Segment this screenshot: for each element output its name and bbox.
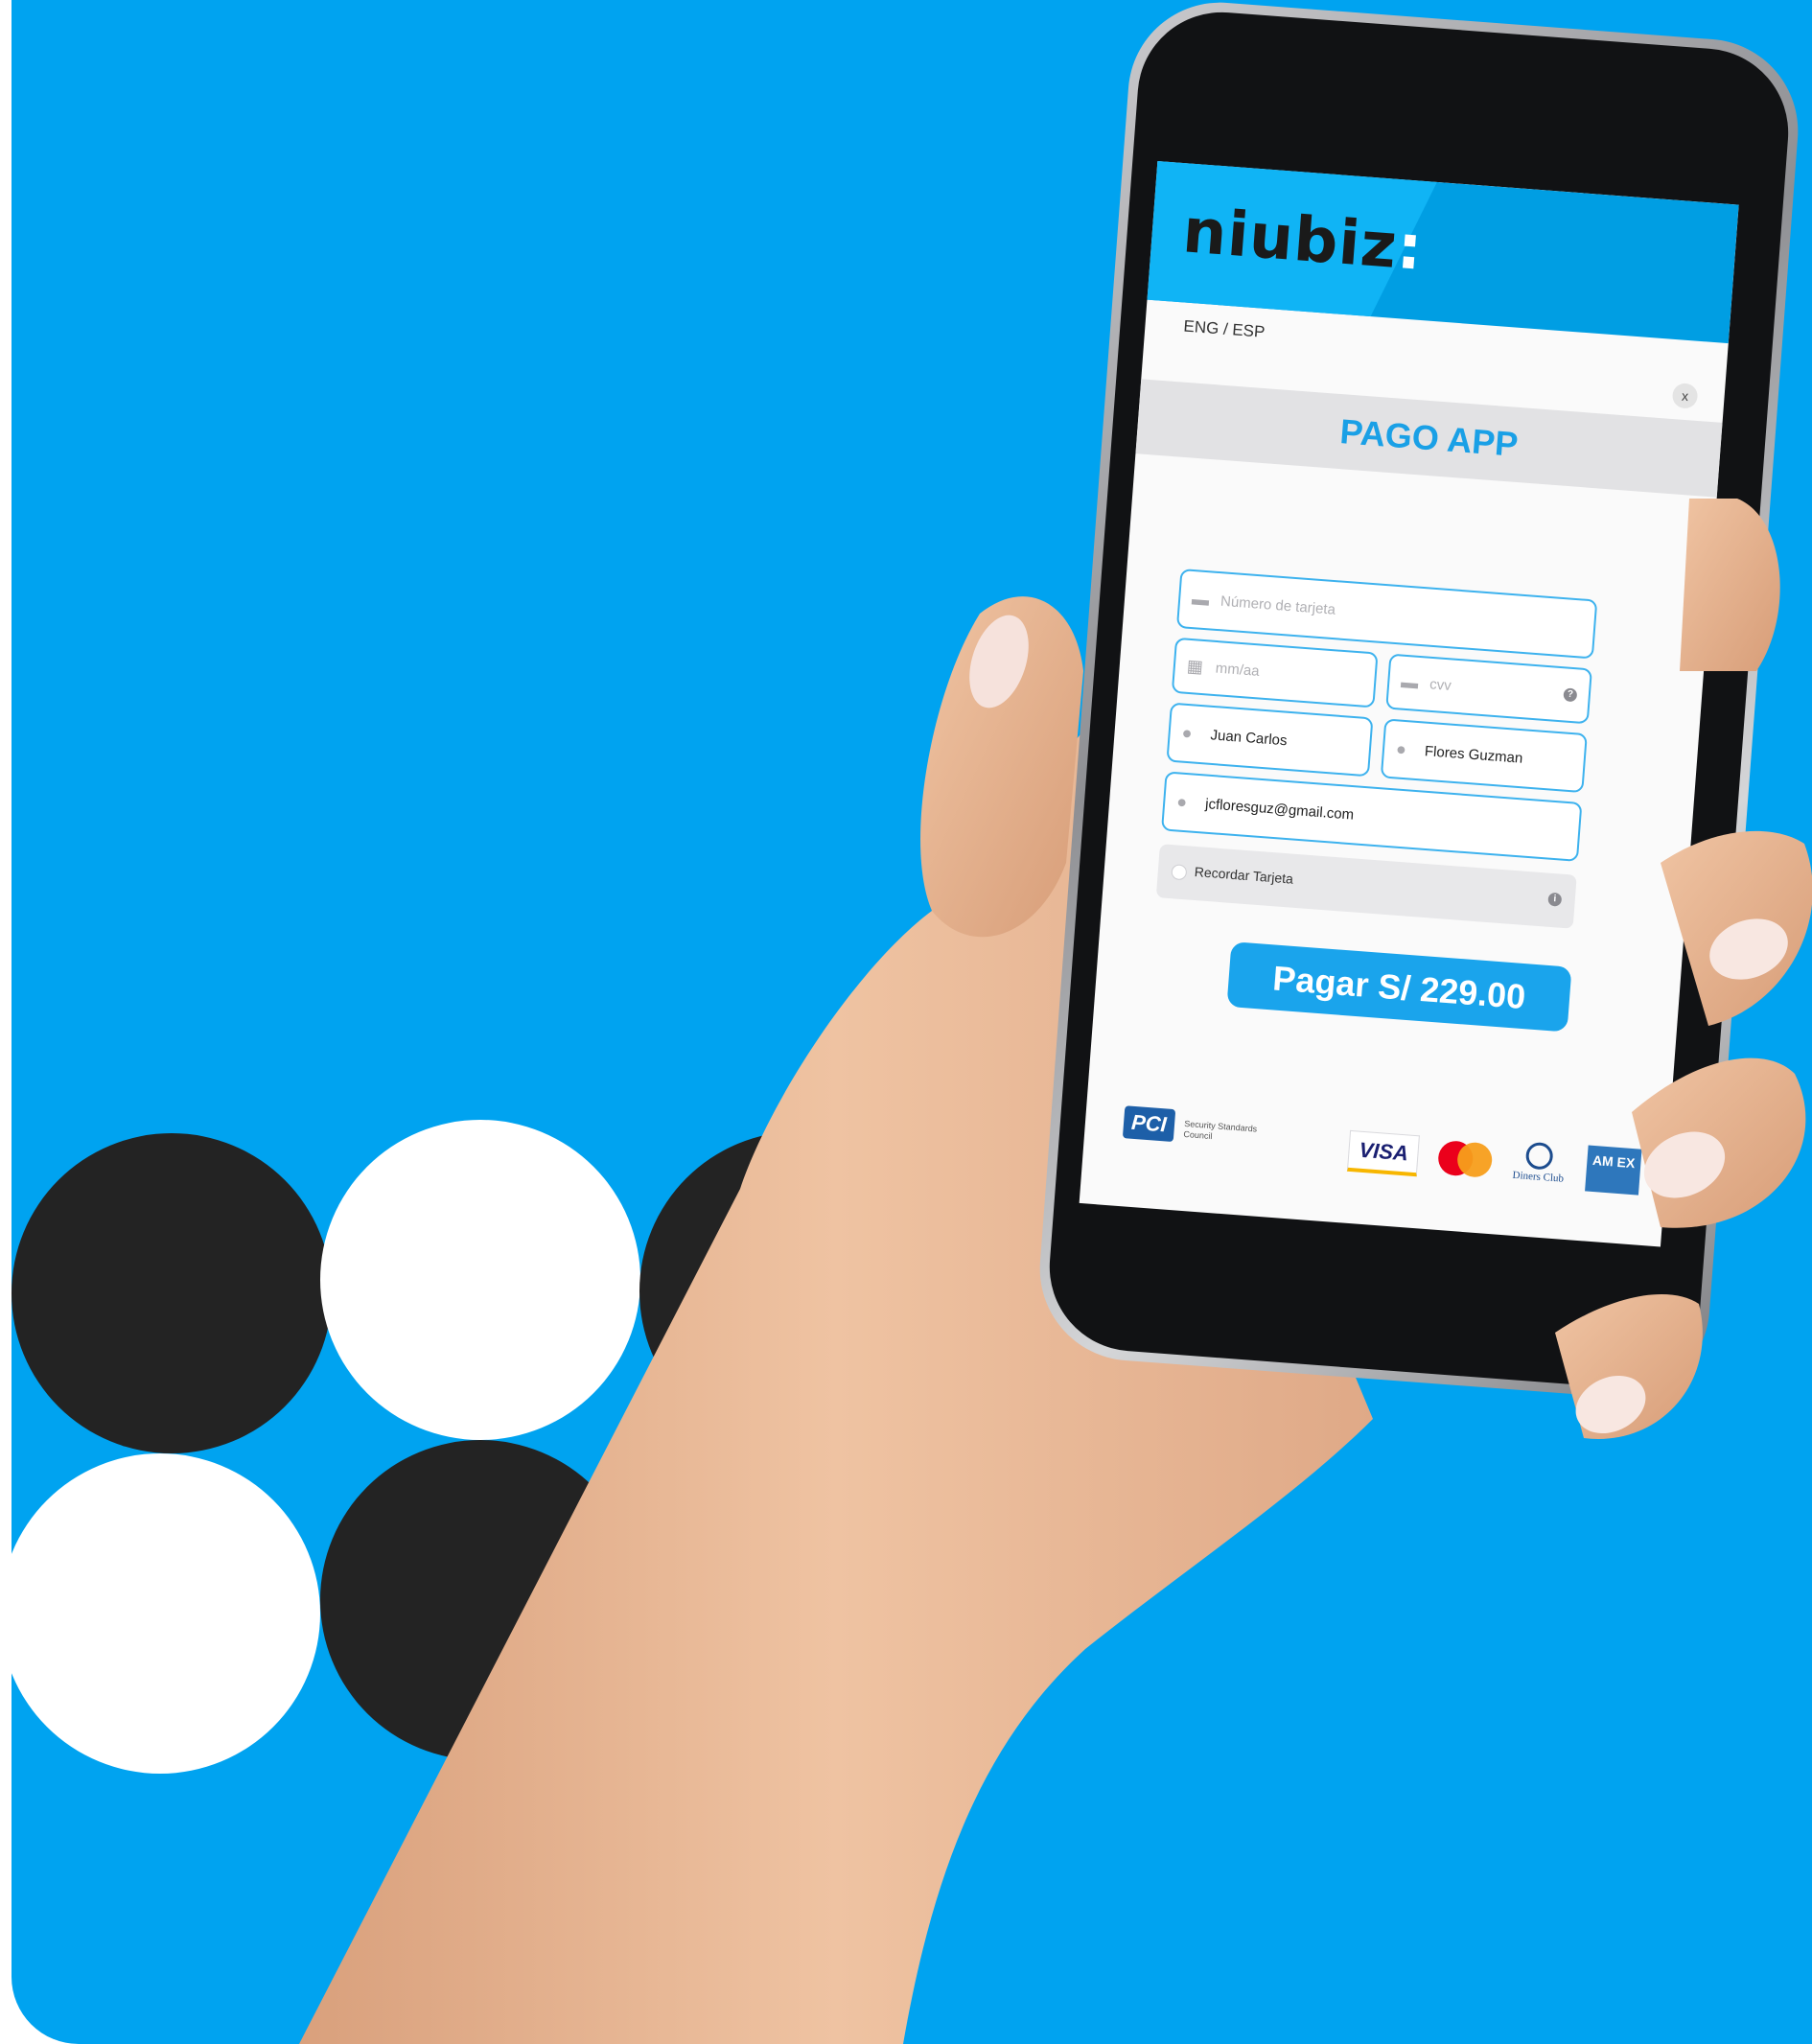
expiry-field[interactable]: ▦ mm/aa: [1171, 637, 1379, 708]
pay-button[interactable]: Pagar S/ 229.00: [1226, 941, 1572, 1033]
last-name-value: Flores Guzman: [1424, 743, 1523, 767]
title-band: PAGO APP: [1135, 379, 1723, 498]
pci-badge: PCI Security Standards Council: [1122, 1105, 1262, 1149]
card-icon: ▬: [1191, 589, 1210, 610]
pci-logo: PCI: [1122, 1105, 1175, 1143]
user-icon: ●: [1181, 723, 1194, 743]
info-icon[interactable]: i: [1547, 892, 1563, 907]
visa-logo: VISA: [1346, 1129, 1421, 1176]
cvv-placeholder: cvv: [1429, 676, 1452, 694]
payment-screen: niubiz: ENG / ESP x PAGO APP ▬ Número de…: [1079, 160, 1739, 1247]
cvv-field[interactable]: ▬ cvv ?: [1385, 653, 1592, 725]
page-title: PAGO APP: [1338, 411, 1520, 464]
calendar-icon: ▦: [1186, 656, 1204, 677]
card-icon: ▬: [1400, 672, 1420, 693]
help-icon[interactable]: ?: [1563, 687, 1578, 703]
first-name-field[interactable]: ● Juan Carlos: [1166, 702, 1374, 778]
close-button[interactable]: x: [1671, 382, 1699, 409]
remember-card-label: Recordar Tarjeta: [1194, 863, 1294, 887]
diners-club-logo: Diners Club: [1510, 1141, 1568, 1189]
amex-logo: AM EX: [1584, 1145, 1642, 1196]
user-icon: ●: [1175, 791, 1188, 812]
smartphone: niubiz: ENG / ESP x PAGO APP ▬ Número de…: [1033, 0, 1805, 1405]
last-name-field[interactable]: ● Flores Guzman: [1380, 718, 1588, 794]
mastercard-logo: [1436, 1139, 1494, 1178]
remember-card-checkbox[interactable]: [1171, 864, 1188, 881]
user-icon: ●: [1395, 738, 1407, 759]
card-number-placeholder: Número de tarjeta: [1220, 592, 1336, 618]
promo-background: niubiz: ENG / ESP x PAGO APP ▬ Número de…: [12, 0, 1812, 2044]
language-toggle[interactable]: ENG / ESP: [1183, 317, 1266, 342]
card-brands: VISA Diners Club AM EX: [1346, 1127, 1657, 1196]
expiry-placeholder: mm/aa: [1215, 660, 1261, 680]
email-value: jcfloresguz@gmail.com: [1204, 796, 1355, 824]
pci-caption: Security Standards Council: [1183, 1118, 1258, 1141]
first-name-value: Juan Carlos: [1209, 727, 1289, 750]
